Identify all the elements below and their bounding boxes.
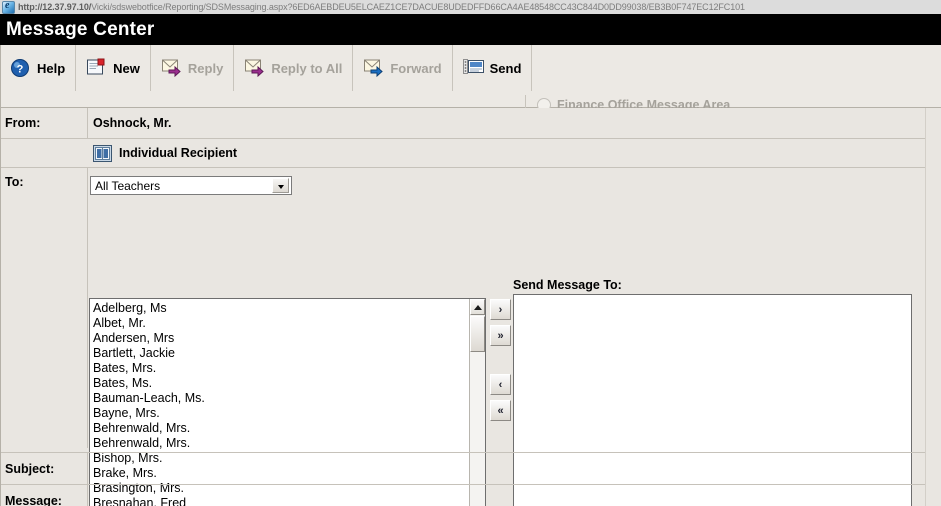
list-item[interactable]: Bresnahan, Fred [93, 496, 469, 506]
message-center-window: http://12.37.97.10/Vicki/sdswebotfice/Re… [0, 0, 941, 506]
move-all-right-button[interactable]: » [490, 325, 511, 346]
triangle-up-icon [474, 305, 482, 310]
list-item[interactable]: Andersen, Mrs [93, 331, 469, 346]
list-item[interactable]: Albet, Mr. [93, 316, 469, 331]
reply-all-button-label: Reply to All [271, 60, 343, 76]
url-host: http://12.37.97.10/ [18, 2, 92, 12]
recipient-group-select[interactable]: All Teachers [90, 176, 292, 195]
send-button-label: Send [489, 60, 522, 76]
message-form: From: Oshnock, Mr. Individual Recipient … [0, 108, 941, 506]
toolbar: ? Help New Reply Reply to All Forward Se… [0, 45, 941, 147]
list-item[interactable]: Bartlett, Jackie [93, 346, 469, 361]
scrollbar-thumb[interactable] [470, 316, 485, 352]
from-value-cell: Oshnock, Mr. [88, 108, 172, 138]
individual-recipient-label: Individual Recipient [119, 146, 238, 160]
internet-explorer-icon [2, 0, 15, 14]
subject-label: Subject: [0, 453, 88, 484]
reply-all-icon [244, 58, 266, 78]
available-recipients-items: Adelberg, Ms Albet, Mr. Andersen, Mrs Bartl… [90, 299, 469, 506]
scroll-up-button[interactable] [470, 299, 485, 315]
available-recipients-scrollbar[interactable] [469, 299, 485, 506]
row-divider-subject [0, 484, 941, 485]
move-all-left-button[interactable]: « [490, 400, 511, 421]
new-message-icon [86, 58, 108, 78]
list-item[interactable]: Bayne, Mrs. [93, 406, 469, 421]
address-book-icon [93, 144, 112, 162]
toolbar-buttons: ? Help New Reply Reply to All Forward Se… [0, 45, 533, 91]
help-button[interactable]: ? Help [0, 45, 77, 91]
selected-recipients-listbox[interactable] [513, 294, 912, 506]
forward-icon [363, 58, 385, 78]
reply-all-button[interactable]: Reply to All [234, 45, 354, 91]
row-divider-to [0, 452, 941, 453]
list-item[interactable]: Bishop, Mrs. [93, 451, 469, 466]
page-title-bar: Message Center [0, 14, 941, 45]
from-value: Oshnock, Mr. [93, 116, 172, 130]
browser-address-bar[interactable]: http://12.37.97.10/Vicki/sdswebotfice/Re… [0, 0, 941, 15]
send-button[interactable]: Send [453, 45, 533, 91]
page-title: Message Center [6, 18, 155, 40]
help-button-label: Help [37, 60, 66, 76]
available-recipients-listbox[interactable]: Adelberg, Ms Albet, Mr. Andersen, Mrs Bartl… [89, 298, 486, 506]
forward-button-label: Forward [390, 60, 442, 76]
form-left-edge [0, 45, 1, 506]
url-path: Vicki/sdswebotfice/Reporting/SDSMessagin… [91, 2, 745, 12]
chevron-down-icon[interactable] [272, 178, 289, 193]
help-icon: ? [10, 58, 32, 78]
list-item[interactable]: Bates, Ms. [93, 376, 469, 391]
address-bar-url: http://12.37.97.10/Vicki/sdswebotfice/Re… [18, 1, 745, 13]
form-right-margin [925, 108, 941, 506]
list-item[interactable]: Behrenwald, Mrs. [93, 421, 469, 436]
forward-button[interactable]: Forward [353, 45, 453, 91]
reply-button-label: Reply [187, 60, 224, 76]
move-right-button[interactable]: › [490, 299, 511, 320]
reply-icon [161, 58, 183, 78]
message-label: Message: [0, 485, 88, 506]
move-left-button[interactable]: ‹ [490, 374, 511, 395]
send-icon [462, 58, 485, 78]
recipient-group-select-value: All Teachers [95, 178, 161, 193]
send-message-to-label: Send Message To: [513, 278, 622, 292]
new-button-label: New [113, 60, 140, 76]
from-label: From: [0, 108, 88, 138]
to-label: To: [0, 167, 88, 448]
list-item[interactable]: Bates, Mrs. [93, 361, 469, 376]
reply-button[interactable]: Reply [151, 45, 235, 91]
list-item[interactable]: Adelberg, Ms [93, 301, 469, 316]
list-item[interactable]: Brake, Mrs. [93, 466, 469, 481]
individual-recipient-button[interactable]: Individual Recipient [88, 139, 237, 167]
list-item[interactable]: Bauman-Leach, Ms. [93, 391, 469, 406]
selected-recipients-items [514, 295, 911, 506]
svg-text:?: ? [17, 64, 24, 76]
new-button[interactable]: New [76, 45, 151, 91]
list-item[interactable]: Behrenwald, Mrs. [93, 436, 469, 451]
row-divider-recipient [0, 167, 941, 168]
